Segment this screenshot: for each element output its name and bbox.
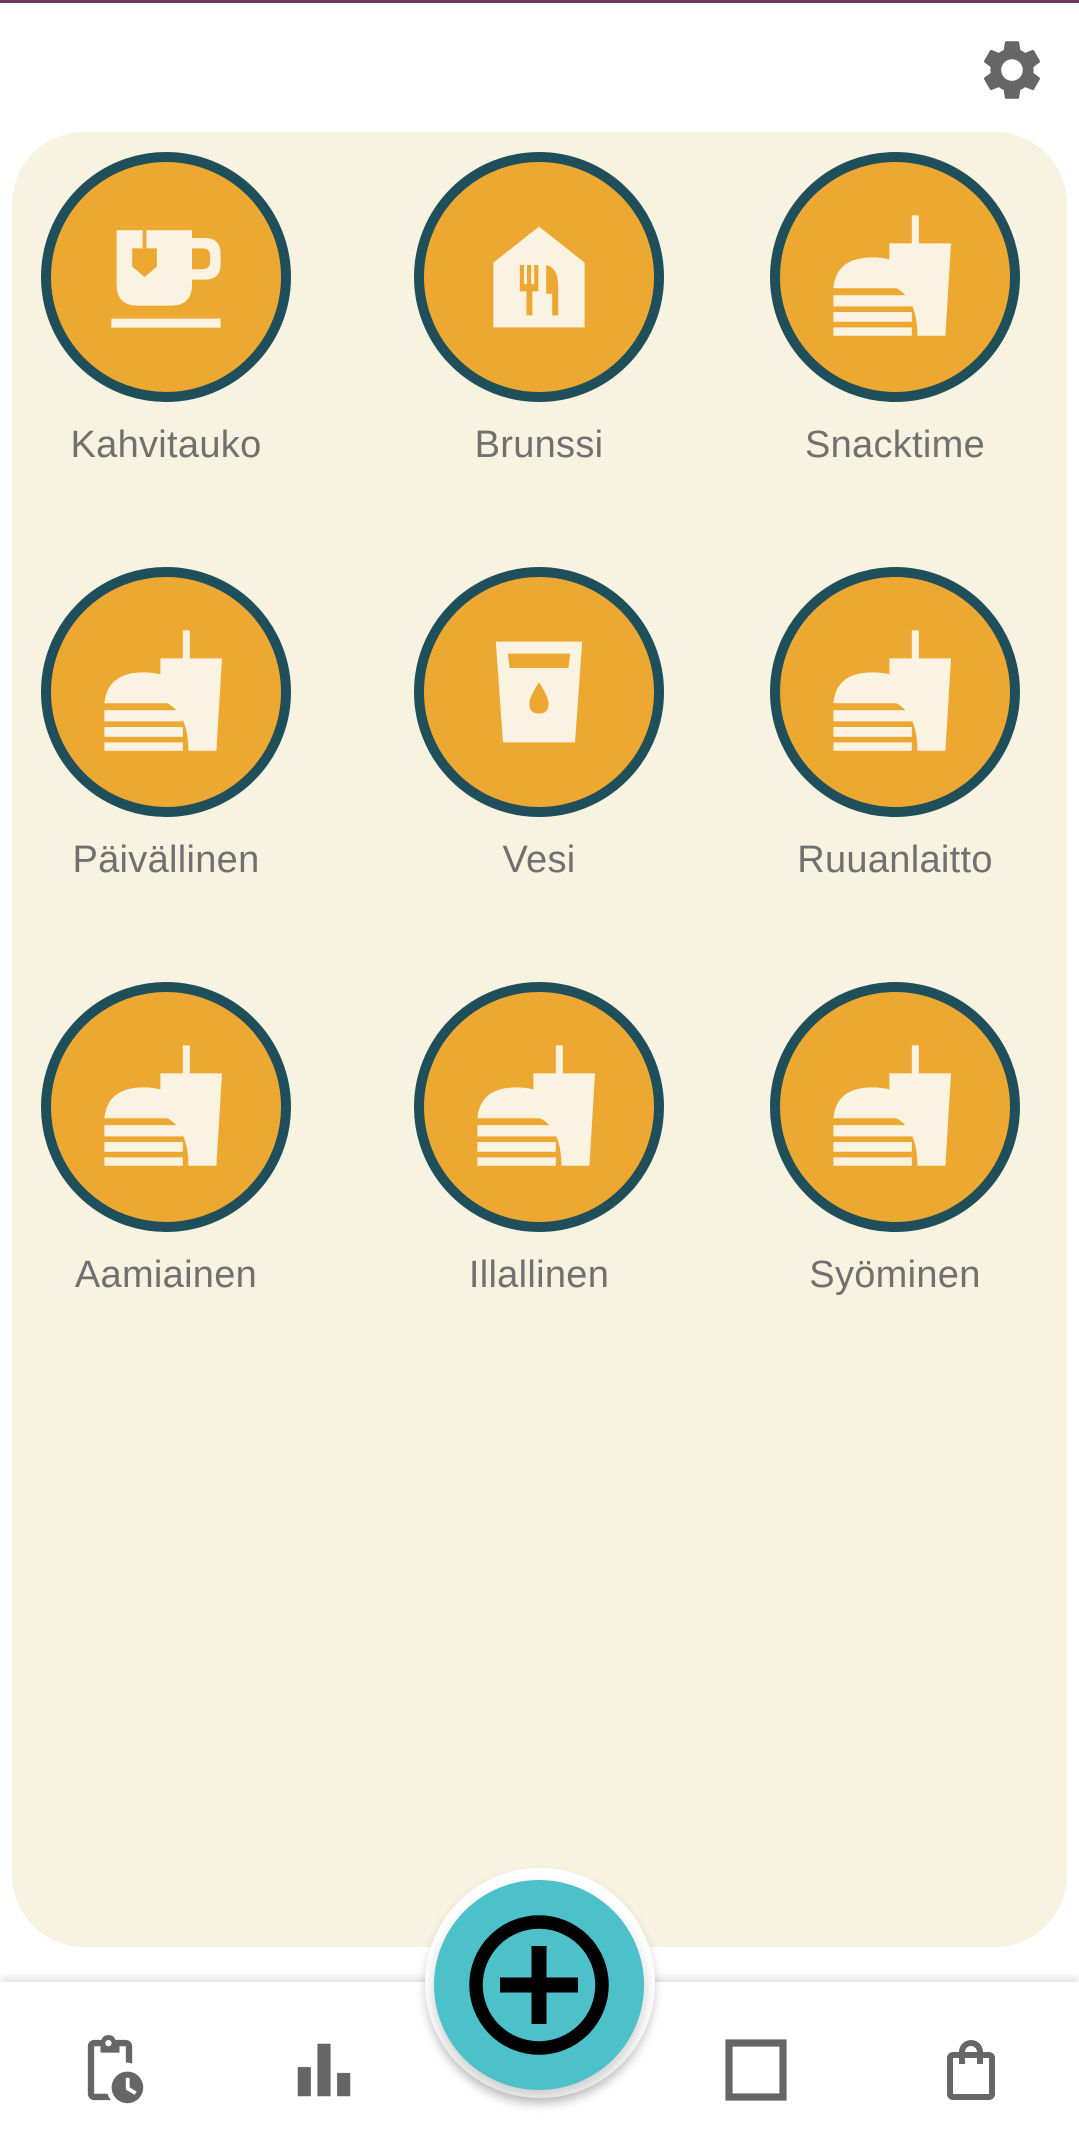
activity-circle (41, 567, 291, 817)
activity-syominen[interactable]: Syöminen (745, 982, 1045, 1322)
square-icon (725, 2039, 787, 2101)
activity-label: Päivällinen (72, 839, 260, 881)
activity-circle (414, 567, 664, 817)
coffee-cup-icon (111, 230, 221, 328)
activity-circle (770, 567, 1020, 817)
nav-square-button[interactable] (706, 2020, 806, 2120)
fast-food-icon (833, 215, 951, 336)
nav-shop-button[interactable] (921, 2020, 1021, 2120)
shopping-bag-icon (947, 2040, 995, 2100)
activity-label: Syöminen (809, 1254, 981, 1296)
gear-icon (983, 41, 1041, 99)
activity-illallinen[interactable]: Illallinen (389, 982, 689, 1322)
fast-food-icon (477, 1045, 595, 1166)
activity-label: Aamiainen (74, 1254, 258, 1296)
activity-label: Vesi (502, 839, 576, 881)
activity-vesi[interactable]: Vesi (389, 567, 689, 907)
activity-circle (414, 152, 664, 402)
activity-panel: Kahvitauko Brunssi Snacktime Päivällinen… (12, 132, 1067, 1947)
water-glass-icon (495, 641, 583, 743)
top-accent-line (0, 0, 1079, 3)
nav-history-button[interactable] (60, 2020, 160, 2120)
activity-circle (770, 982, 1020, 1232)
activity-snacktime[interactable]: Snacktime (745, 152, 1045, 492)
fast-food-icon (833, 1045, 951, 1166)
activity-circle (41, 982, 291, 1232)
activity-label: Illallinen (468, 1254, 610, 1296)
activity-label: Kahvitauko (70, 424, 262, 466)
add-circle-icon (469, 1915, 609, 2055)
fast-food-icon (833, 630, 951, 751)
restaurant-house-icon (493, 226, 585, 328)
activity-label: Snacktime (804, 424, 986, 466)
bar-chart-icon (297, 2043, 351, 2097)
activity-paivallinen[interactable]: Päivällinen (16, 567, 316, 907)
activity-brunssi[interactable]: Brunssi (389, 152, 689, 492)
activity-label: Ruuanlaitto (797, 839, 993, 881)
settings-button[interactable] (972, 30, 1052, 110)
add-activity-button[interactable] (434, 1880, 644, 2090)
clipboard-clock-icon (87, 2035, 144, 2104)
activity-aamiainen[interactable]: Aamiainen (16, 982, 316, 1322)
nav-statistics-button[interactable] (274, 2020, 374, 2120)
activity-kahvitauko[interactable]: Kahvitauko (16, 152, 316, 492)
activity-circle (414, 982, 664, 1232)
activity-circle (41, 152, 291, 402)
fast-food-icon (104, 630, 222, 751)
activity-label: Brunssi (474, 424, 604, 466)
activity-ruuanlaitto[interactable]: Ruuanlaitto (745, 567, 1045, 907)
activity-circle (770, 152, 1020, 402)
fast-food-icon (104, 1045, 222, 1166)
